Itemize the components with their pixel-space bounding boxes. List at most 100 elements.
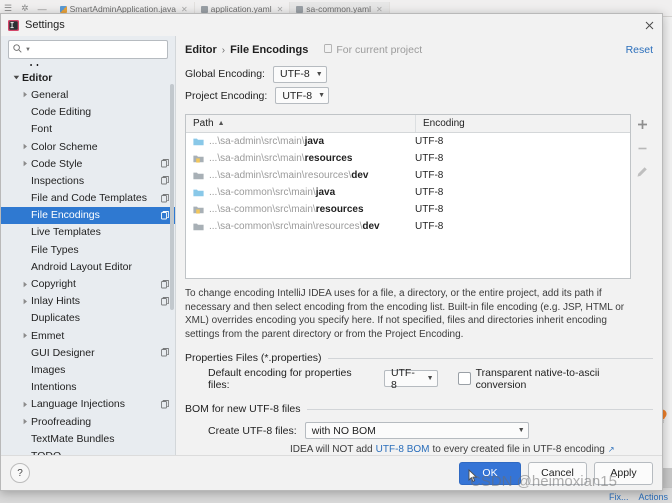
java-file-icon	[60, 6, 67, 13]
sidebar-item-label: Android Layout Editor	[31, 261, 132, 273]
breadcrumb-parent[interactable]: Editor	[185, 44, 217, 56]
sidebar-item-general[interactable]: General	[1, 86, 175, 103]
dialog-title: Settings	[25, 19, 640, 31]
ok-button[interactable]: OK	[459, 462, 521, 485]
sidebar-item-language-injections[interactable]: Language Injections	[1, 396, 175, 413]
chevron-right-icon[interactable]	[19, 298, 31, 305]
create-utf8-files-row: Create UTF-8 files: with NO BOM ▼	[185, 420, 653, 441]
project-encoding-row: Project Encoding: UTF-8 ▼	[185, 87, 653, 106]
sidebar-item-code-editing[interactable]: Code Editing	[1, 104, 175, 121]
folder-resources-icon	[193, 205, 204, 214]
table-row[interactable]: ...\sa-admin\src\main\javaUTF-8	[186, 133, 630, 150]
path-text: ...\sa-common\src\main\resources\dev	[209, 221, 380, 232]
group-divider	[328, 358, 653, 359]
sidebar-item-inspections[interactable]: Inspections	[1, 172, 175, 189]
sidebar-item-inlay-hints[interactable]: Inlay Hints	[1, 293, 175, 310]
checkbox-box	[458, 372, 471, 385]
sidebar-scrollbar[interactable]	[170, 84, 174, 310]
sidebar-item-emmet[interactable]: Emmet	[1, 327, 175, 344]
project-scope-badge-icon	[161, 194, 169, 203]
sidebar-item-label: TODO	[31, 450, 61, 455]
sidebar-item-images[interactable]: Images	[1, 361, 175, 378]
chevron-right-icon[interactable]	[19, 91, 31, 98]
chevron-right-icon[interactable]	[19, 332, 31, 339]
sidebar-item-file-encodings[interactable]: File Encodings	[1, 207, 175, 224]
sidebar-item-label: Intentions	[31, 381, 77, 393]
sidebar-item-editor[interactable]: Editor	[1, 69, 175, 86]
actions-button[interactable]: Actions	[638, 492, 668, 502]
chevron-right-icon[interactable]	[19, 401, 31, 408]
chevron-down-icon[interactable]	[10, 74, 22, 81]
sidebar-item-file-and-code-templates[interactable]: File and Code Templates	[1, 190, 175, 207]
table-row[interactable]: ...\sa-admin\src\main\resources\devUTF-8	[186, 167, 630, 184]
path-prefix: ...\sa-admin\src\main\	[209, 153, 305, 164]
reset-link[interactable]: Reset	[626, 44, 653, 56]
search-dropdown-icon[interactable]: ▼	[25, 47, 31, 53]
sidebar-item-copyright[interactable]: Copyright	[1, 275, 175, 292]
sidebar-item-duplicates[interactable]: Duplicates	[1, 310, 175, 327]
column-header-path[interactable]: Path ▲	[186, 115, 416, 132]
add-path-button[interactable]	[634, 116, 650, 132]
chevron-right-icon[interactable]	[19, 143, 31, 150]
project-encoding-select[interactable]: UTF-8 ▼	[275, 87, 329, 104]
fix-button[interactable]: Fix...	[609, 492, 629, 502]
sidebar-item-textmate-bundles[interactable]: TextMate Bundles	[1, 430, 175, 447]
sidebar-item-android-layout-editor[interactable]: Android Layout Editor	[1, 258, 175, 275]
table-row[interactable]: ...\sa-common\src\main\javaUTF-8	[186, 184, 630, 201]
sidebar-item-gui-designer[interactable]: GUI Designer	[1, 344, 175, 361]
project-scope-badge-icon	[161, 211, 169, 220]
bom-note-before: IDEA will NOT add	[290, 444, 373, 455]
default-properties-encoding-select[interactable]: UTF-8 ▼	[384, 370, 438, 387]
sidebar-item-color-scheme[interactable]: Color Scheme	[1, 138, 175, 155]
cell-encoding[interactable]: UTF-8	[408, 221, 630, 232]
chevron-right-icon[interactable]	[19, 281, 31, 288]
create-utf8-files-select[interactable]: with NO BOM ▼	[305, 422, 529, 439]
sidebar-item-todo[interactable]: TODO	[1, 447, 175, 455]
help-button[interactable]: ?	[10, 463, 30, 483]
project-scope-badge-icon	[161, 176, 169, 185]
table-row[interactable]: ...\sa-common\src\main\resources\dev UTF-…	[186, 218, 630, 235]
cell-encoding[interactable]: UTF-8	[408, 170, 630, 181]
path-prefix: ...\sa-common\src\main\	[209, 187, 316, 198]
transparent-native-to-ascii-checkbox[interactable]: Transparent native-to-ascii conversion	[458, 367, 653, 391]
utf8-bom-link[interactable]: UTF-8 BOM	[376, 444, 430, 455]
sidebar-item-proofreading[interactable]: Proofreading	[1, 413, 175, 430]
sidebar-item-label: Font	[31, 123, 52, 135]
table-row[interactable]: ...\sa-admin\src\main\resourcesUTF-8	[186, 150, 630, 167]
settings-tree: Appearance & BehaviorEditorGeneralCode E…	[1, 64, 175, 455]
sidebar-item-font[interactable]: Font	[1, 121, 175, 138]
minimize-icon[interactable]: —	[38, 4, 47, 14]
table-row[interactable]: ...\sa-common\src\main\resourcesUTF-8	[186, 201, 630, 218]
path-leaf: java	[305, 136, 324, 147]
apply-button[interactable]: Apply	[594, 462, 653, 485]
cell-encoding[interactable]: UTF-8	[408, 153, 630, 164]
external-link-icon: ↗	[608, 445, 615, 454]
breadcrumb: Editor › File Encodings For current proj…	[185, 43, 653, 57]
column-header-encoding[interactable]: Encoding	[416, 115, 630, 132]
global-encoding-row: Global Encoding: UTF-8 ▼	[185, 65, 653, 84]
close-icon[interactable]	[640, 16, 658, 34]
bom-group-label: BOM for new UTF-8 files	[185, 403, 301, 415]
project-scope-badge-icon	[161, 297, 169, 306]
folder-resources-icon	[193, 154, 204, 163]
cancel-button[interactable]: Cancel	[528, 462, 587, 485]
for-current-project-note: For current project	[324, 44, 422, 56]
sidebar-item-live-templates[interactable]: Live Templates	[1, 224, 175, 241]
global-encoding-select[interactable]: UTF-8 ▼	[273, 66, 327, 83]
project-scope-badge-icon	[161, 159, 169, 168]
edit-path-button[interactable]	[634, 164, 650, 180]
intellij-idea-icon	[8, 20, 19, 31]
sidebar-item-intentions[interactable]: Intentions	[1, 379, 175, 396]
chevron-down-icon: ▼	[316, 71, 323, 78]
chevron-right-icon[interactable]	[19, 160, 31, 167]
cell-encoding[interactable]: UTF-8	[408, 204, 630, 215]
cell-encoding[interactable]: UTF-8	[408, 187, 630, 198]
search-input[interactable]	[34, 44, 163, 55]
cell-encoding[interactable]: UTF-8	[408, 136, 630, 147]
sidebar-item-file-types[interactable]: File Types	[1, 241, 175, 258]
chevron-right-icon[interactable]	[19, 418, 31, 425]
sidebar-item-code-style[interactable]: Code Style	[1, 155, 175, 172]
path-leaf: dev	[362, 221, 379, 232]
search-box[interactable]: ▼	[8, 40, 168, 59]
remove-path-button[interactable]	[634, 140, 650, 156]
